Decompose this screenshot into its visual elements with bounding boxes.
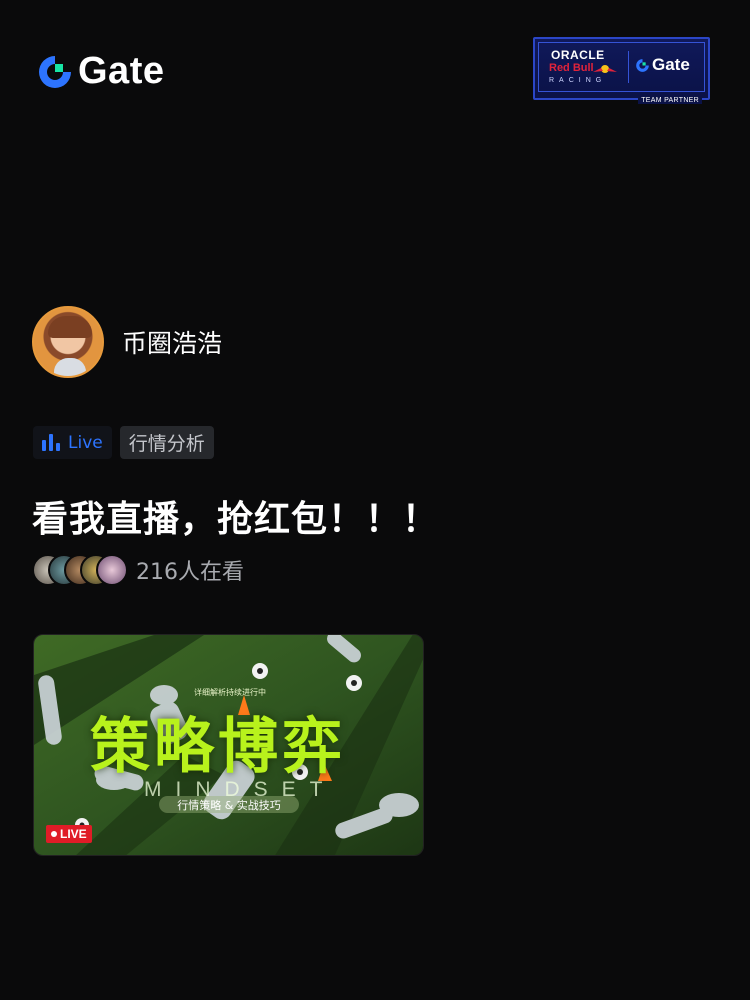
cover-subtitle: 详细解析持续进行中: [194, 688, 266, 697]
viewer-avatar: [96, 554, 128, 586]
oracle-wordmark: ORACLE: [551, 48, 605, 62]
redbull-wordmark: Red Bull: [549, 62, 594, 74]
live-badge: LIVE: [46, 825, 92, 843]
partner-badge-frame: ORACLE Red Bull RACING Gate: [538, 42, 705, 92]
cover-title: 策略博弈: [90, 712, 346, 782]
badge-divider: [628, 51, 629, 83]
badge-gate-logo: Gate: [635, 55, 690, 75]
gate-logo: Gate: [36, 50, 164, 93]
stream-tags: Live 行情分析: [33, 426, 214, 459]
cover-topic-pill: 行情策略 & 实战技巧: [159, 796, 299, 813]
team-partner-badge: ORACLE Red Bull RACING Gate TEAM PARTNER: [533, 37, 710, 104]
live-dot-icon: [51, 831, 57, 837]
redbull-bulls-icon: [593, 65, 617, 73]
viewer-avatars: [32, 554, 130, 586]
badge-gate-text: Gate: [652, 55, 690, 74]
live-bars-icon: [42, 434, 60, 451]
cover-topic-label: 行情策略 & 实战技巧: [177, 798, 281, 812]
streamer-avatar[interactable]: [32, 306, 104, 378]
team-partner-label: TEAM PARTNER: [638, 97, 702, 104]
live-stream-cover[interactable]: 详细解析持续进行中 策略博弈 MINDSET 行情策略 & 实战技巧 LIVE: [33, 634, 424, 856]
stream-title: 看我直播，抢红包！！！: [32, 499, 440, 540]
gate-mini-icon: [636, 58, 649, 72]
viewer-summary: 216人在看: [32, 554, 244, 586]
streamer-name[interactable]: 币圈浩浩: [122, 324, 222, 360]
racing-wordmark: RACING: [549, 77, 607, 84]
gate-logo-icon: [39, 55, 71, 88]
streamer-info[interactable]: 币圈浩浩: [32, 306, 222, 378]
category-tag-label: 行情分析: [128, 433, 205, 455]
live-badge-label: LIVE: [60, 827, 87, 841]
live-tag-label: Live: [68, 432, 103, 453]
viewer-count: 216人在看: [136, 560, 244, 585]
live-tag: Live: [33, 426, 112, 459]
category-tag[interactable]: 行情分析: [119, 426, 214, 459]
gate-logo-text: Gate: [78, 50, 165, 92]
